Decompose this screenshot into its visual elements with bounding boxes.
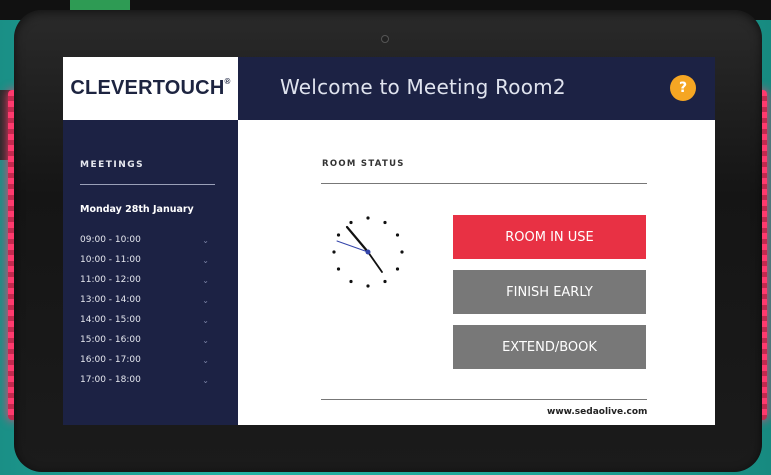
meeting-slot-time: 11:00 - 12:00 [80,275,141,285]
logo-panel: CLEVERTOUCH® [63,57,238,120]
meeting-slot-time: 17:00 - 18:00 [80,375,141,385]
extend-book-button[interactable]: EXTEND/BOOK [453,325,646,369]
meetings-date: Monday 28th January [80,204,194,215]
meeting-slot[interactable]: 14:00 - 15:00 ⌄ [80,310,215,330]
finish-early-button[interactable]: FINISH EARLY [453,270,646,314]
chevron-down-icon[interactable]: ⌄ [202,296,215,305]
meetings-heading: MEETINGS [80,160,145,170]
meeting-slot[interactable]: 16:00 - 17:00 ⌄ [80,350,215,370]
meeting-slot-time: 10:00 - 11:00 [80,255,141,265]
meeting-slot[interactable]: 09:00 - 10:00 ⌄ [80,230,215,250]
camera-icon [381,35,389,43]
website-link: www.sedaolive.com [547,407,648,417]
meeting-slot-time: 16:00 - 17:00 [80,355,141,365]
question-circle-icon[interactable]: ? [670,75,696,101]
sidebar-divider [80,184,215,185]
room-booking-screen: CLEVERTOUCH® Welcome to Meeting Room2 ? … [63,57,715,425]
room-in-use-button[interactable]: ROOM IN USE [453,215,646,259]
meeting-slot[interactable]: 15:00 - 16:00 ⌄ [80,330,215,350]
meeting-slot-time: 15:00 - 16:00 [80,335,141,345]
meeting-slot-time: 09:00 - 10:00 [80,235,141,245]
chevron-down-icon[interactable]: ⌄ [202,316,215,325]
chevron-down-icon[interactable]: ⌄ [202,236,215,245]
main-panel: ROOM STATUS ROOM IN USE FINISH EARLY EXT… [238,120,715,425]
analog-clock-icon [332,216,404,288]
chevron-down-icon[interactable]: ⌄ [202,356,215,365]
clevertouch-logo: CLEVERTOUCH® [70,77,231,99]
footer-divider [321,399,647,400]
room-status-heading: ROOM STATUS [322,159,405,169]
meeting-slot-time: 13:00 - 14:00 [80,295,141,305]
chevron-down-icon[interactable]: ⌄ [202,336,215,345]
chevron-down-icon[interactable]: ⌄ [202,256,215,265]
meetings-sidebar: MEETINGS Monday 28th January 09:00 - 10:… [63,120,238,425]
header-bar: Welcome to Meeting Room2 ? [238,57,715,120]
meeting-slot[interactable]: 10:00 - 11:00 ⌄ [80,250,215,270]
chevron-down-icon[interactable]: ⌄ [202,376,215,385]
meeting-slot[interactable]: 17:00 - 18:00 ⌄ [80,370,215,390]
meeting-slot[interactable]: 13:00 - 14:00 ⌄ [80,290,215,310]
chevron-down-icon[interactable]: ⌄ [202,276,215,285]
page-title: Welcome to Meeting Room2 [280,75,566,99]
meeting-slot-list: 09:00 - 10:00 ⌄ 10:00 - 11:00 ⌄ 11:00 - 12… [80,230,215,390]
meeting-slot-time: 14:00 - 15:00 [80,315,141,325]
meeting-slot[interactable]: 11:00 - 12:00 ⌄ [80,270,215,290]
status-divider [321,183,647,184]
